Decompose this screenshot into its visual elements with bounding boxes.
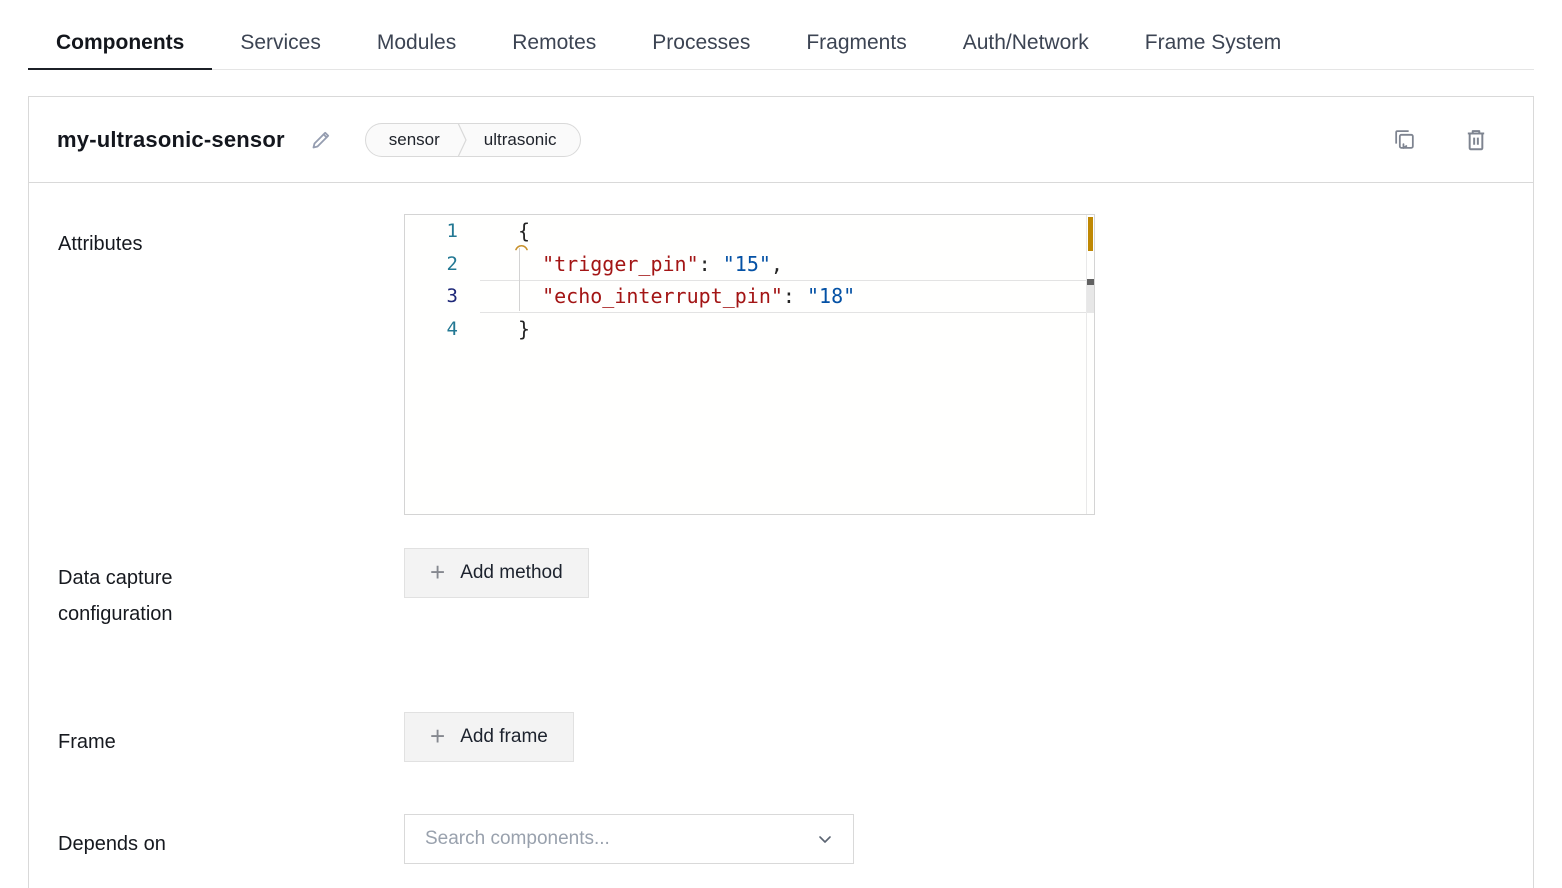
component-card-body: Attributes 1 { 2 "trigger_p xyxy=(29,214,1533,888)
editor-scrollbar[interactable] xyxy=(1087,285,1094,313)
line-number-2: 2 xyxy=(405,253,480,275)
add-method-button[interactable]: + Add method xyxy=(404,548,589,598)
config-tab-bar: Components Services Modules Remotes Proc… xyxy=(28,0,1534,70)
editor-overview-ruler xyxy=(1086,215,1087,514)
code-line-3: "echo_interrupt_pin": "18" xyxy=(480,284,855,308)
code-row-1: 1 { xyxy=(405,215,1094,248)
attributes-json-editor[interactable]: 1 { 2 "trigger_pin": "15", 3 "echo_inter… xyxy=(404,214,1095,515)
tab-frame-system[interactable]: Frame System xyxy=(1117,21,1310,69)
duplicate-component-button[interactable] xyxy=(1392,127,1417,152)
component-card: my-ultrasonic-sensor sensor ultrasonic xyxy=(28,96,1534,888)
warning-squiggle-icon xyxy=(515,244,528,251)
depends-on-label: Depends on xyxy=(29,814,404,862)
line-number-1: 1 xyxy=(405,220,480,242)
tab-modules[interactable]: Modules xyxy=(349,21,484,69)
data-capture-label: Data capture configuration xyxy=(29,548,404,632)
plus-icon: + xyxy=(430,559,445,585)
add-frame-button[interactable]: + Add frame xyxy=(404,712,574,762)
code-line-2: "trigger_pin": "15", xyxy=(480,252,783,276)
tab-services[interactable]: Services xyxy=(212,21,349,69)
frame-label: Frame xyxy=(29,712,404,760)
attributes-label: Attributes xyxy=(29,214,404,262)
depends-on-row: Depends on Search components... xyxy=(29,814,1533,864)
code-row-2: 2 "trigger_pin": "15", xyxy=(405,248,1094,281)
pencil-icon xyxy=(309,128,333,152)
line-number-4: 4 xyxy=(405,318,480,340)
component-model: ultrasonic xyxy=(468,124,580,156)
component-type-badge: sensor ultrasonic xyxy=(365,123,581,157)
data-capture-row: Data capture configuration + Add method xyxy=(29,548,1533,632)
duplicate-icon xyxy=(1392,127,1417,152)
tab-fragments[interactable]: Fragments xyxy=(778,21,934,69)
delete-component-button[interactable] xyxy=(1465,128,1487,152)
trash-icon xyxy=(1465,128,1487,152)
tab-processes[interactable]: Processes xyxy=(624,21,778,69)
overview-warning-marker xyxy=(1088,217,1093,251)
attributes-row: Attributes 1 { 2 "trigger_p xyxy=(29,214,1533,515)
component-type: sensor xyxy=(366,124,456,156)
line-number-3: 3 xyxy=(405,285,480,307)
rename-component-button[interactable] xyxy=(309,128,333,152)
tab-auth-network[interactable]: Auth/Network xyxy=(935,21,1117,69)
frame-row: Frame + Add frame xyxy=(29,712,1533,762)
add-method-label: Add method xyxy=(460,562,562,584)
tab-remotes[interactable]: Remotes xyxy=(484,21,624,69)
code-line-4: } xyxy=(480,317,530,341)
badge-chevron-divider-icon xyxy=(456,124,468,156)
code-line-1: { xyxy=(480,219,530,243)
depends-on-placeholder: Search components... xyxy=(425,828,817,850)
component-card-header: my-ultrasonic-sensor sensor ultrasonic xyxy=(29,97,1533,183)
plus-icon: + xyxy=(430,723,445,749)
chevron-down-icon xyxy=(817,831,833,847)
component-name: my-ultrasonic-sensor xyxy=(57,127,285,153)
code-row-4: 4 } xyxy=(405,313,1094,346)
add-frame-label: Add frame xyxy=(460,726,548,748)
tab-components[interactable]: Components xyxy=(28,21,212,69)
depends-on-select[interactable]: Search components... xyxy=(404,814,854,864)
